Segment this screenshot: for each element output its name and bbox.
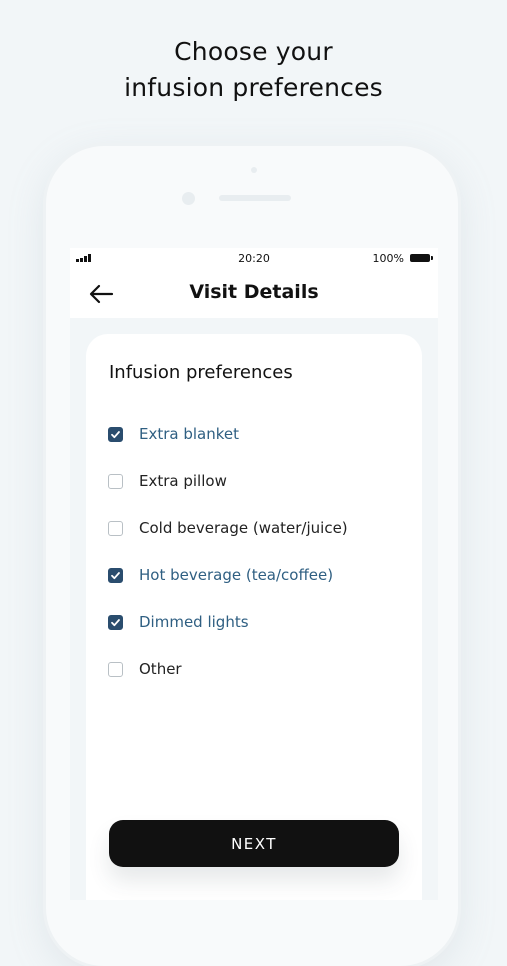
checkbox[interactable] — [108, 661, 123, 677]
next-button[interactable]: NEXT — [109, 820, 399, 867]
option-label: Hot beverage (tea/coffee) — [139, 566, 334, 584]
checkbox-option-cold-beverage[interactable]: Cold beverage (water/juice) — [108, 516, 348, 540]
checkbox[interactable] — [108, 520, 123, 536]
phone-sensor — [251, 167, 257, 173]
headline-line-1: Choose your — [174, 37, 333, 66]
phone-camera — [182, 192, 195, 205]
page-title: Visit Details — [189, 281, 319, 303]
option-label: Extra pillow — [139, 472, 227, 490]
battery-percentage: 100% — [372, 252, 404, 265]
option-label: Cold beverage (water/juice) — [139, 519, 348, 537]
option-label: Other — [139, 660, 182, 678]
checkbox[interactable] — [108, 567, 123, 583]
checkbox[interactable] — [108, 614, 123, 630]
status-bar: 20:20 100% — [70, 248, 438, 270]
checkmark-icon — [111, 430, 120, 438]
checkbox[interactable] — [108, 426, 123, 442]
preferences-card: Infusion preferences Extra blanket Extra… — [86, 334, 422, 900]
checkmark-icon — [111, 618, 120, 626]
option-label: Extra blanket — [139, 425, 240, 443]
checkbox[interactable] — [108, 473, 123, 489]
checkbox-option-hot-beverage[interactable]: Hot beverage (tea/coffee) — [108, 563, 333, 587]
headline-line-2: infusion preferences — [124, 73, 383, 102]
navigation-bar: Visit Details — [70, 270, 438, 318]
phone-speaker — [219, 195, 291, 201]
checkbox-option-extra-pillow[interactable]: Extra pillow — [108, 469, 227, 493]
phone-screen: 20:20 100% Visit Details Infusion prefer… — [70, 248, 438, 900]
option-label: Dimmed lights — [139, 613, 249, 631]
checkbox-option-other[interactable]: Other — [108, 657, 182, 681]
checkbox-option-extra-blanket[interactable]: Extra blanket — [108, 422, 239, 446]
checkmark-icon — [111, 571, 120, 579]
marketing-headline: Choose your infusion preferences — [0, 34, 507, 106]
checkbox-option-dimmed-lights[interactable]: Dimmed lights — [108, 610, 249, 634]
card-title: Infusion preferences — [109, 362, 293, 383]
battery-icon — [410, 254, 433, 262]
